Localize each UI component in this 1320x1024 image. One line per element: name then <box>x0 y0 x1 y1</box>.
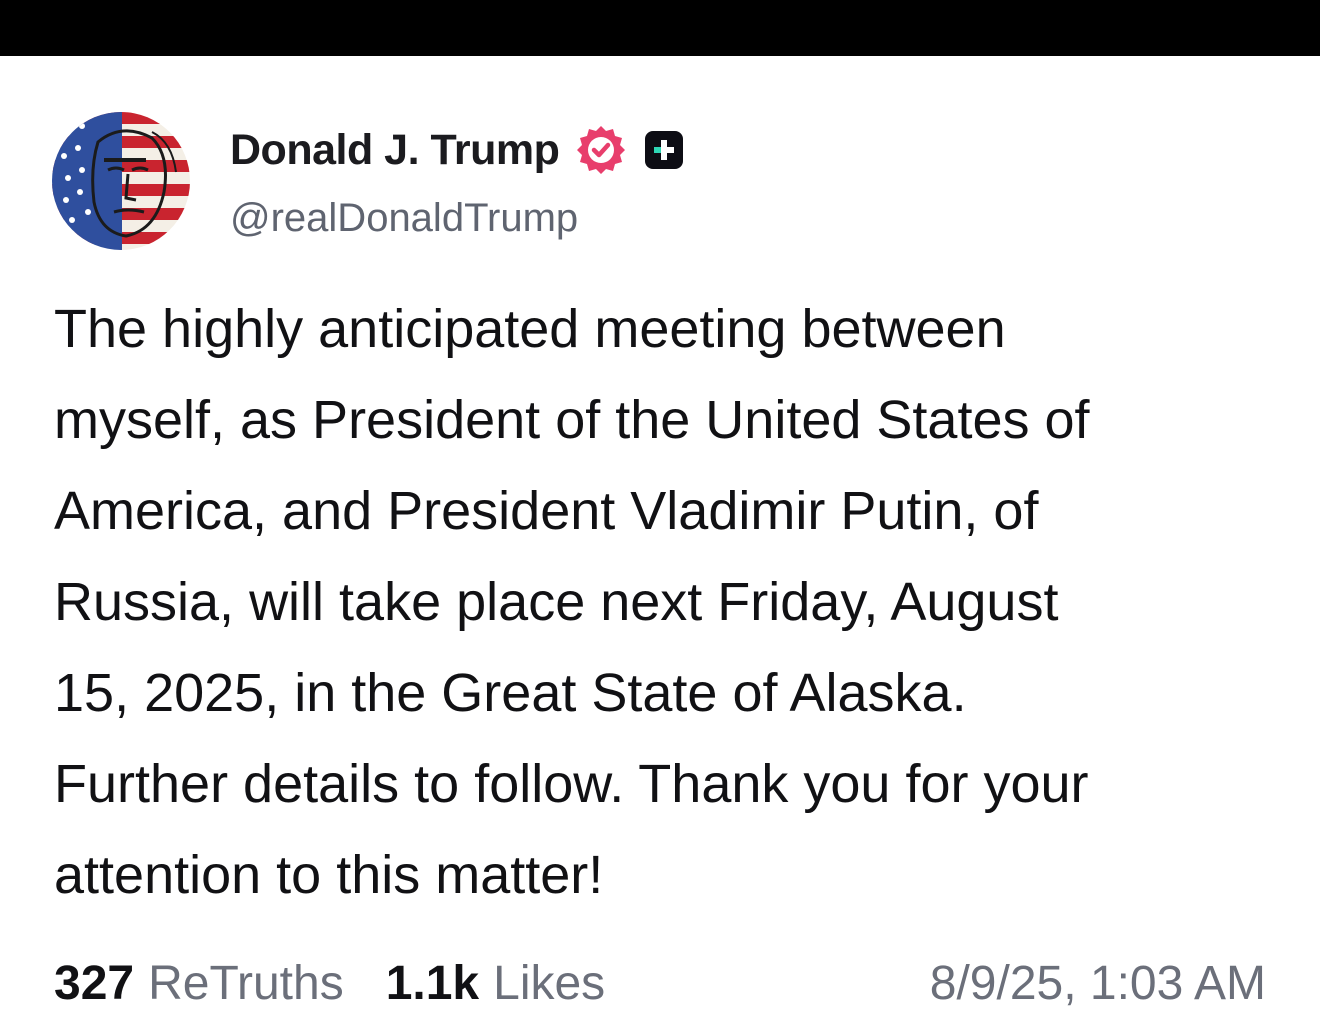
post-body-line: myself, as President of the United State… <box>54 390 1090 450</box>
likes-count: 1.1k <box>385 957 480 1010</box>
top-black-bar <box>0 0 1320 56</box>
likes-stat[interactable]: 1.1k Likes <box>386 956 605 1011</box>
post-body: The highly anticipated meeting between m… <box>54 284 1294 921</box>
author-handle[interactable]: @realDonaldTrump <box>230 196 578 241</box>
avatar[interactable] <box>52 112 190 250</box>
post-body-line: Russia, will take place next Friday, Aug… <box>54 572 1059 632</box>
post-body-line: Further details to follow. Thank you for… <box>54 754 1089 814</box>
retruths-count: 327 <box>54 957 135 1010</box>
post-card: Donald J. Trump @realDonaldTrump The hig… <box>0 56 1320 1024</box>
retruths-stat[interactable]: 327 ReTruths <box>54 956 344 1011</box>
likes-label: Likes <box>493 957 606 1010</box>
post-body-line: America, and President Vladimir Putin, o… <box>54 481 1039 541</box>
post-timestamp[interactable]: 8/9/25, 1:03 AM <box>930 956 1266 1011</box>
post-body-line: attention to this matter! <box>54 845 604 905</box>
truth-plus-icon <box>645 131 684 169</box>
post-stats: 327 ReTruths 1.1k Likes <box>54 956 605 1011</box>
verified-badge-icon <box>577 126 626 174</box>
avatar-image <box>52 112 190 250</box>
post-body-line: 15, 2025, in the Great State of Alaska. <box>54 663 967 723</box>
retruths-label: ReTruths <box>148 957 344 1010</box>
post-body-line: The highly anticipated meeting between <box>54 299 1006 359</box>
author-name-row: Donald J. Trump <box>230 126 684 175</box>
author-display-name[interactable]: Donald J. Trump <box>230 126 560 175</box>
